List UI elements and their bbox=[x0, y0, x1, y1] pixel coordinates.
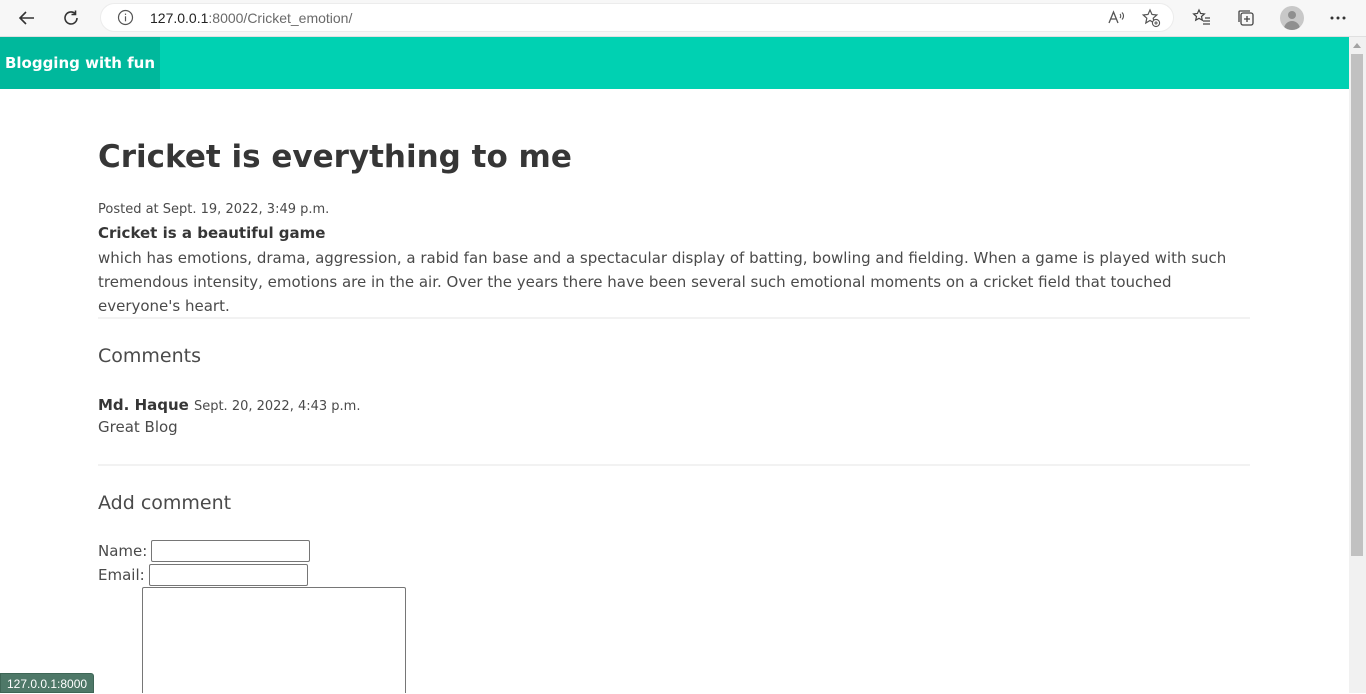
email-label: Email: bbox=[98, 566, 145, 584]
site-info-icon[interactable] bbox=[117, 9, 134, 30]
post-intro: Cricket is a beautiful game bbox=[98, 224, 326, 242]
refresh-icon bbox=[64, 10, 78, 25]
back-arrow-icon bbox=[18, 11, 34, 25]
comment-date: Sept. 20, 2022, 4:43 p.m. bbox=[193, 399, 361, 414]
post-body: which has emotions, drama, aggression, a… bbox=[98, 249, 1227, 315]
email-input[interactable] bbox=[148, 564, 308, 586]
page-viewport: Blogging with fun Cricket is everything … bbox=[0, 37, 1349, 693]
back-button[interactable] bbox=[14, 5, 40, 31]
read-aloud-icon[interactable] bbox=[1106, 8, 1126, 32]
url-path: :8000/Cricket_emotion/ bbox=[208, 10, 353, 26]
divider bbox=[98, 317, 1250, 319]
divider bbox=[98, 464, 1250, 466]
favorites-list-icon bbox=[1192, 8, 1210, 25]
comment-header: Md. Haque Sept. 20, 2022, 4:43 p.m. bbox=[98, 395, 360, 414]
status-bar-url: 127.0.0.1:8000 bbox=[0, 673, 95, 693]
browser-toolbar: 127.0.0.1:8000/Cricket_emotion/ bbox=[0, 0, 1366, 37]
post-title: Cricket is everything to me bbox=[98, 139, 572, 175]
add-comment-heading: Add comment bbox=[98, 492, 232, 514]
profile-avatar[interactable] bbox=[1280, 6, 1304, 30]
url-host: 127.0.0.1 bbox=[150, 10, 209, 26]
brand-link[interactable]: Blogging with fun bbox=[0, 37, 160, 89]
name-input[interactable] bbox=[151, 540, 311, 562]
name-label: Name: bbox=[98, 542, 148, 560]
comment-body-textarea[interactable] bbox=[142, 587, 406, 693]
collections-button[interactable] bbox=[1234, 6, 1258, 30]
scroll-up-arrow-icon[interactable] bbox=[1353, 43, 1361, 48]
post-date: Posted at Sept. 19, 2022, 3:49 p.m. bbox=[98, 202, 330, 217]
more-dots-icon bbox=[1330, 16, 1346, 20]
comment-author: Md. Haque bbox=[98, 396, 189, 414]
refresh-button[interactable] bbox=[58, 5, 84, 31]
add-favorite-icon[interactable] bbox=[1141, 8, 1161, 32]
favorites-button[interactable] bbox=[1190, 6, 1214, 30]
comment-text: Great Blog bbox=[98, 418, 178, 436]
collections-icon bbox=[1238, 10, 1254, 26]
address-bar[interactable]: 127.0.0.1:8000/Cricket_emotion/ bbox=[100, 3, 1174, 32]
more-menu-button[interactable] bbox=[1326, 6, 1350, 30]
email-row: Email: bbox=[98, 564, 308, 586]
name-row: Name: bbox=[98, 540, 311, 562]
avatar-head bbox=[1288, 11, 1296, 19]
vertical-scrollbar[interactable] bbox=[1349, 37, 1366, 693]
comments-heading: Comments bbox=[98, 345, 201, 367]
avatar-body bbox=[1284, 21, 1300, 30]
site-navbar: Blogging with fun bbox=[0, 37, 1349, 89]
url-text[interactable]: 127.0.0.1:8000/Cricket_emotion/ bbox=[150, 9, 352, 27]
scrollbar-thumb[interactable] bbox=[1351, 54, 1363, 556]
